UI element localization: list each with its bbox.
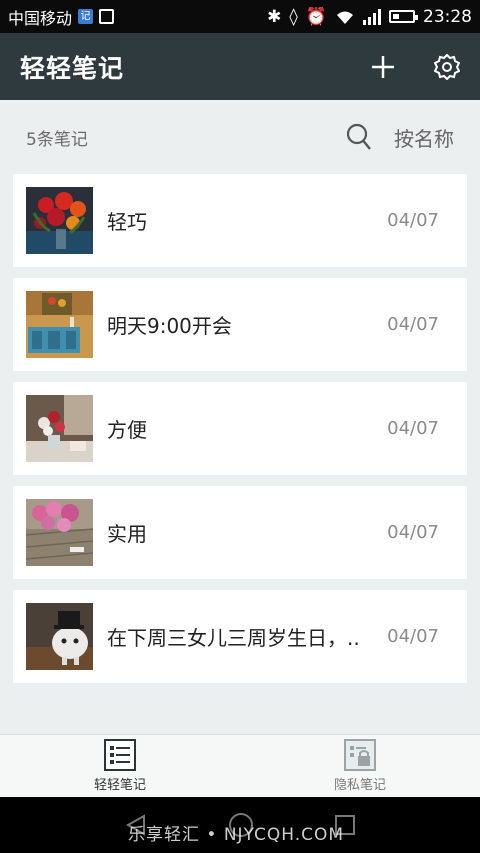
note-thumbnail (26, 603, 93, 670)
note-thumbnail (26, 395, 93, 462)
tab-private-notes[interactable]: 隐私笔记 (240, 735, 480, 797)
search-icon[interactable] (346, 123, 372, 151)
note-title: 实用 (107, 522, 147, 546)
toolbar-actions: 按名称 (346, 123, 454, 152)
note-date: 04/07 (387, 418, 439, 439)
app-actions (370, 53, 460, 80)
carrier-label: 中国移动 (8, 8, 73, 28)
notes-badge-icon: 记 (78, 9, 94, 24)
note-item[interactable]: 方便 04/07 (13, 382, 467, 475)
note-item[interactable]: 在下周三女儿三周岁生日，.. 04/07 (13, 590, 467, 683)
bluetooth-icon: ✱ (267, 6, 282, 27)
signal-icon (363, 8, 381, 25)
status-left: 中国移动 记 (8, 5, 115, 29)
plus-icon[interactable] (370, 54, 396, 80)
note-item[interactable]: 明天9:00开会 04/07 (13, 278, 467, 371)
tab-private-notes-label: 隐私笔记 (333, 778, 386, 793)
note-date: 04/07 (387, 314, 439, 335)
list-toolbar: 5条笔记 按名称 (0, 100, 480, 174)
note-list: 轻巧 04/07 明天9:00开会 04/07 方便 04/07 实用 04/0… (0, 174, 480, 683)
gear-icon[interactable] (434, 53, 460, 80)
app-bar: 轻轻笔记 (0, 33, 480, 100)
app-title: 轻轻笔记 (20, 53, 125, 83)
wifi-icon (337, 11, 353, 24)
note-thumbnail (26, 187, 93, 254)
status-right: ✱ ◊ ⏰ 23:28 (267, 7, 472, 27)
note-item[interactable]: 实用 04/07 (13, 486, 467, 579)
note-title: 明天9:00开会 (107, 314, 232, 338)
note-thumbnail (26, 291, 93, 358)
note-title: 轻巧 (107, 210, 147, 234)
battery-icon (389, 10, 418, 23)
note-date: 04/07 (387, 522, 439, 543)
note-date: 04/07 (387, 626, 439, 647)
bottom-nav: 轻轻笔记 隐私笔记 (0, 734, 480, 797)
notes-list-icon (104, 739, 136, 771)
clock: 23:28 (423, 6, 472, 27)
note-item[interactable]: 轻巧 04/07 (13, 174, 467, 267)
sort-by-name-button[interactable]: 按名称 (394, 123, 454, 152)
tab-notes[interactable]: 轻轻笔记 (0, 735, 240, 797)
private-notes-icon (344, 739, 376, 771)
note-thumbnail (26, 499, 93, 566)
image-notification-icon (99, 9, 115, 24)
note-title: 方便 (107, 418, 147, 442)
status-bar: 中国移动 记 ✱ ◊ ⏰ 23:28 (0, 0, 480, 33)
note-date: 04/07 (387, 210, 439, 231)
note-title: 在下周三女儿三周岁生日，.. (107, 626, 360, 650)
vibrate-icon: ◊ (289, 6, 298, 27)
content-area: 5条笔记 按名称 轻巧 04/07 明天9:00开会 04/07 方便 04/0… (0, 100, 480, 734)
tab-notes-label: 轻轻笔记 (93, 778, 146, 793)
watermark: 乐享轻汇 • NJYCQH.COM (128, 825, 345, 845)
note-count-label: 5条笔记 (26, 129, 88, 150)
alarm-icon: ⏰ (305, 6, 327, 27)
